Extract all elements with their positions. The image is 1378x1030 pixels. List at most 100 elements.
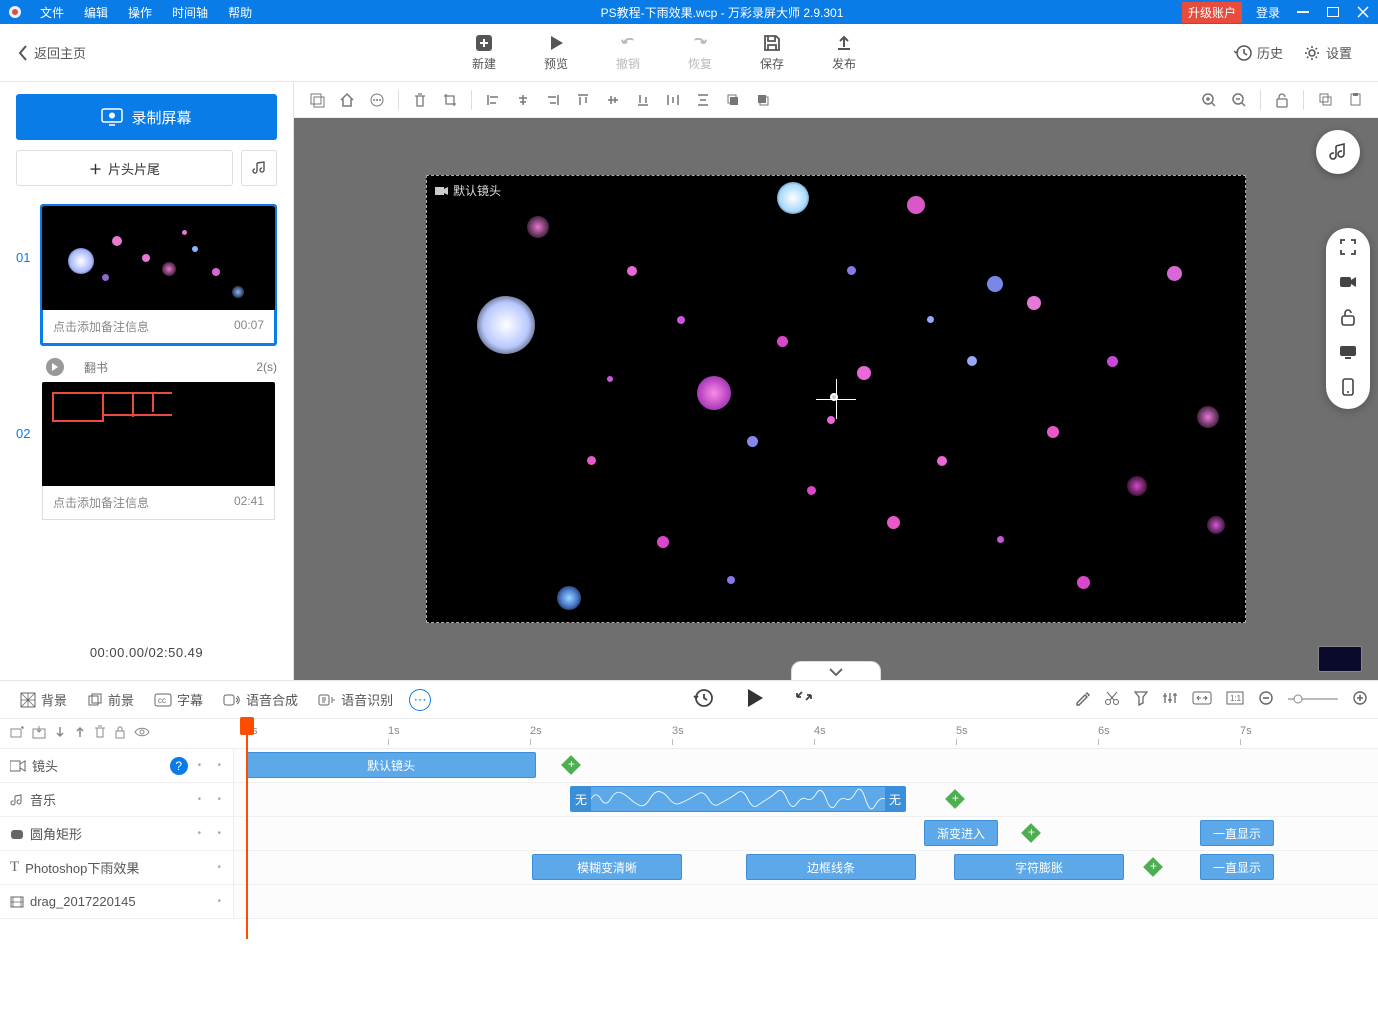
undo-button[interactable]: 撤销 <box>592 31 664 74</box>
minimize-button[interactable] <box>1288 0 1318 24</box>
scene-02-note[interactable]: 点击添加备注信息 <box>53 494 149 511</box>
track-music-lane[interactable]: 无 无 <box>234 783 1378 816</box>
tab-subtitle[interactable]: cc 字幕 <box>144 690 213 709</box>
home-icon[interactable] <box>332 86 362 114</box>
fit-icon[interactable] <box>1192 691 1212 708</box>
distribute-h-icon[interactable] <box>658 86 688 114</box>
menu-edit[interactable]: 编辑 <box>74 4 118 21</box>
visibility-icon[interactable] <box>134 726 150 741</box>
intro-outro-button[interactable]: ＋片头片尾 <box>16 150 233 186</box>
clip-rect-show[interactable]: 一直显示 <box>1200 820 1274 846</box>
rewind-button[interactable] <box>693 687 715 712</box>
track-rect-lane[interactable]: 渐变进入 一直显示 <box>234 817 1378 850</box>
align-bottom-icon[interactable] <box>628 86 658 114</box>
crop-icon[interactable] <box>435 86 465 114</box>
menu-help[interactable]: 帮助 <box>218 4 262 21</box>
back-button[interactable]: 返回主页 <box>0 43 104 62</box>
canvas-stage[interactable]: 默认镜头 <box>294 118 1378 680</box>
keyframe-music[interactable] <box>945 789 965 809</box>
scene-02[interactable]: 02 点击添加备注信息 02:41 <box>16 380 277 522</box>
tab-asr[interactable]: 语音识别 <box>308 690 403 709</box>
keyframe-rect[interactable] <box>1021 823 1041 843</box>
record-screen-button[interactable]: 录制屏幕 <box>16 94 277 140</box>
clip-music[interactable]: 无 无 <box>570 786 906 812</box>
align-top-icon[interactable] <box>568 86 598 114</box>
clip-rect-in[interactable]: 渐变进入 <box>924 820 998 846</box>
clip-text-expand[interactable]: 字符膨胀 <box>954 854 1124 880</box>
save-button[interactable]: 保存 <box>736 31 808 74</box>
move-up-icon[interactable] <box>74 725 86 742</box>
collapse-canvas-button[interactable] <box>791 661 881 680</box>
lock-icon[interactable] <box>1340 308 1356 329</box>
lock-track-icon[interactable] <box>114 725 126 742</box>
filter-icon[interactable] <box>1134 690 1148 709</box>
menu-timeline[interactable]: 时间轴 <box>162 4 218 21</box>
align-left-icon[interactable] <box>478 86 508 114</box>
timeline-zoom-slider[interactable] <box>1288 692 1338 707</box>
publish-button[interactable]: 发布 <box>808 31 880 74</box>
menu-action[interactable]: 操作 <box>118 4 162 21</box>
tab-tts[interactable]: 语音合成 <box>213 690 308 709</box>
expand-button[interactable] <box>795 687 813 712</box>
fullscreen-icon[interactable] <box>1339 238 1357 259</box>
canvas-frame[interactable]: 默认镜头 <box>426 175 1246 623</box>
keyframe-camera[interactable] <box>561 755 581 775</box>
screen-icon[interactable] <box>1339 345 1357 362</box>
preview-button[interactable]: 预览 <box>520 31 592 74</box>
more-icon[interactable] <box>362 86 392 114</box>
tab-background[interactable]: 背景 <box>10 690 77 709</box>
redo-button[interactable]: 恢复 <box>664 31 736 74</box>
transition-play-icon[interactable] <box>46 358 64 376</box>
align-right-icon[interactable] <box>538 86 568 114</box>
timeline-ruler[interactable]: 0s 1s 2s 3s 4s 5s 6s 7s <box>234 719 1378 748</box>
scene-01-note[interactable]: 点击添加备注信息 <box>53 318 149 335</box>
layers-icon[interactable] <box>302 86 332 114</box>
login-button[interactable]: 登录 <box>1248 4 1288 21</box>
add-track-icon[interactable] <box>10 725 24 742</box>
send-back-icon[interactable] <box>748 86 778 114</box>
track-drag-lane[interactable] <box>234 885 1378 918</box>
timeline-zoom-in[interactable] <box>1352 690 1368 709</box>
unlock-icon[interactable] <box>1267 86 1297 114</box>
edit-icon[interactable] <box>1074 690 1090 709</box>
delete-icon[interactable] <box>405 86 435 114</box>
scene-01[interactable]: 01 点击添加备注信息 00:07 <box>16 204 277 346</box>
music-fab[interactable] <box>1316 130 1360 174</box>
track-camera-lane[interactable]: 默认镜头 <box>234 749 1378 782</box>
trash-icon[interactable] <box>94 725 106 742</box>
upgrade-button[interactable]: 升级账户 <box>1182 2 1242 23</box>
ratio-icon[interactable]: 1:1 <box>1226 691 1244 708</box>
maximize-button[interactable] <box>1318 0 1348 24</box>
mobile-icon[interactable] <box>1342 378 1354 399</box>
history-button[interactable]: 历史 <box>1224 43 1293 62</box>
import-icon[interactable] <box>32 725 46 742</box>
play-button[interactable] <box>745 687 765 712</box>
track-help-icon[interactable]: ? <box>170 757 188 775</box>
align-middle-icon[interactable] <box>598 86 628 114</box>
zoom-in-icon[interactable] <box>1194 86 1224 114</box>
playhead[interactable] <box>246 719 248 939</box>
clip-camera-default[interactable]: 默认镜头 <box>246 752 536 778</box>
music-button[interactable] <box>241 150 277 186</box>
copy-icon[interactable] <box>1310 86 1340 114</box>
new-button[interactable]: 新建 <box>448 31 520 74</box>
move-down-icon[interactable] <box>54 725 66 742</box>
clip-text-show[interactable]: 一直显示 <box>1200 854 1274 880</box>
clip-text-border[interactable]: 边框线条 <box>746 854 916 880</box>
transition-row[interactable]: 翻书 2(s) <box>16 354 277 380</box>
adjust-icon[interactable] <box>1162 690 1178 709</box>
paste-icon[interactable] <box>1340 86 1370 114</box>
zoom-out-icon[interactable] <box>1224 86 1254 114</box>
settings-button[interactable]: 设置 <box>1293 43 1362 62</box>
align-center-h-icon[interactable] <box>508 86 538 114</box>
clip-text-blur[interactable]: 模糊变清晰 <box>532 854 682 880</box>
distribute-v-icon[interactable] <box>688 86 718 114</box>
tabs-more-button[interactable]: ⋯ <box>409 689 431 711</box>
timeline-zoom-out[interactable] <box>1258 690 1274 709</box>
keyframe-text[interactable] <box>1143 857 1163 877</box>
mini-preview[interactable] <box>1318 646 1362 672</box>
cut-icon[interactable] <box>1104 690 1120 709</box>
camera-icon[interactable] <box>1339 275 1357 292</box>
menu-file[interactable]: 文件 <box>30 4 74 21</box>
bring-front-icon[interactable] <box>718 86 748 114</box>
